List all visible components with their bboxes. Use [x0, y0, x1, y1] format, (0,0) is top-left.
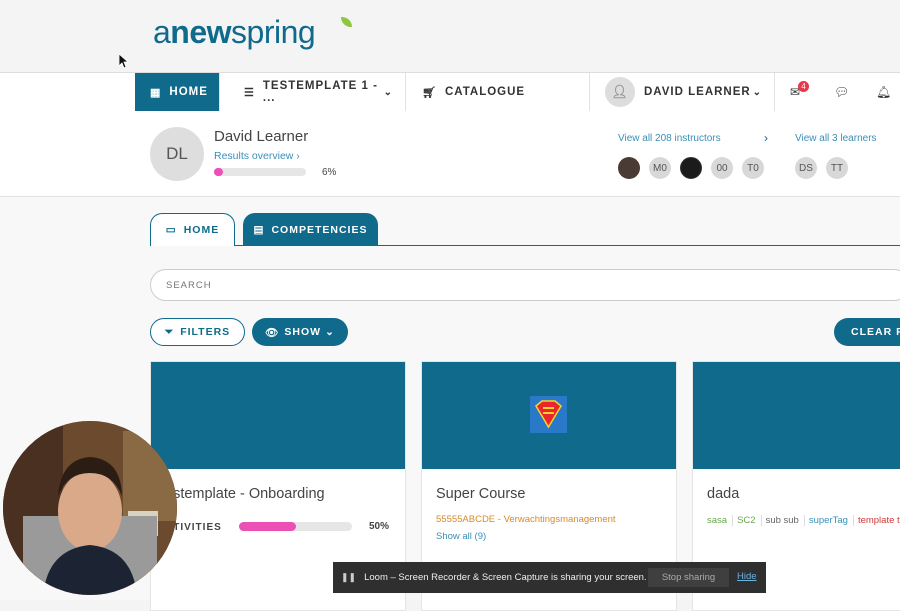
instructor-avatar-photo[interactable] — [618, 157, 640, 179]
instructor-avatar-photo[interactable] — [680, 157, 702, 179]
instructor-avatar[interactable]: 00 — [711, 157, 733, 179]
card-subtitle: 55555ABCDE - Verwachtingsmanagement — [436, 514, 616, 525]
card-title: estemplate - Onboarding — [165, 486, 325, 502]
clear-filters-button[interactable]: CLEAR FI — [834, 318, 900, 346]
chevron-right-icon[interactable]: › — [764, 131, 768, 145]
stop-sharing-button[interactable]: Stop sharing — [648, 568, 729, 587]
chevron-down-icon: ⌄ — [752, 86, 762, 98]
bell-icon[interactable]: 🔔︎ — [876, 85, 891, 99]
mouse-cursor-icon — [119, 54, 129, 68]
card-banner — [422, 362, 676, 469]
nav-template-dropdown[interactable]: ☰ TESTEMPLATE 1 - ... ⌄ — [220, 73, 406, 111]
chevron-down-icon: ⌄ — [325, 326, 335, 338]
instructor-avatar[interactable]: M0 — [649, 157, 671, 179]
nav-user-menu[interactable]: 👤︎ DAVID LEARNER ⌄ — [590, 73, 775, 111]
id-card-icon: ▤ — [253, 223, 265, 236]
webcam-presenter-image — [3, 421, 177, 595]
user-name: David Learner — [214, 128, 309, 145]
tag[interactable]: sub sub — [766, 515, 805, 526]
chat-icon[interactable]: 💬︎ — [834, 85, 849, 99]
chevron-down-icon: ⌄ — [383, 86, 393, 98]
hide-link[interactable]: Hide — [737, 571, 757, 582]
tab-competencies[interactable]: ▤ COMPETENCIES — [243, 213, 378, 246]
search-input[interactable] — [150, 269, 900, 301]
overall-progress-bar — [214, 168, 306, 176]
show-all-link[interactable]: Show all (9) — [436, 531, 486, 542]
messages-badge: 4 — [798, 81, 809, 92]
show-dropdown-button[interactable]: 👁︎ SHOW ⌄ — [252, 318, 348, 346]
view-instructors-link[interactable]: View all 208 instructors — [618, 133, 721, 144]
tag-list: sasa SC2 sub sub superTag template ty — [707, 515, 900, 526]
pause-icon[interactable]: ❚❚ — [341, 572, 356, 583]
card-progress-fill — [239, 522, 296, 531]
view-learners-link[interactable]: View all 3 learners — [795, 133, 877, 144]
top-navbar: ▦ HOME ☰ TESTEMPLATE 1 - ... ⌄ 🛒︎ CATALO… — [0, 72, 900, 112]
chevron-right-icon: › — [296, 150, 300, 162]
grid-icon: ▦ — [150, 86, 162, 99]
tag[interactable]: superTag — [809, 515, 854, 526]
tab-underline — [235, 245, 900, 246]
loom-sharing-bar: ❚❚ Loom – Screen Recorder & Screen Captu… — [333, 562, 766, 593]
overall-progress-fill — [214, 168, 224, 176]
anewspring-logo[interactable]: anewspring — [153, 14, 352, 51]
card-banner — [693, 362, 900, 469]
tag[interactable]: sasa — [707, 515, 734, 526]
webcam-bubble[interactable] — [3, 421, 177, 595]
list-icon: ☰ — [244, 86, 255, 99]
window-icon: ▭ — [165, 224, 177, 236]
card-progress-bar — [239, 522, 352, 531]
instructor-avatar[interactable]: T0 — [742, 157, 764, 179]
card-title: Super Course — [436, 486, 526, 502]
overall-progress-label: 6% — [322, 167, 337, 178]
nav-home-button[interactable]: ▦ HOME — [135, 73, 220, 111]
user-avatar-icon: 👤︎ — [605, 77, 635, 107]
tab-home[interactable]: ▭ HOME — [150, 213, 235, 246]
eye-icon: 👁︎ — [265, 326, 280, 339]
filter-icon: ⏷ — [164, 325, 175, 338]
profile-header: DL David Learner Results overview › 6% V… — [0, 111, 900, 197]
loom-message: Loom – Screen Recorder & Screen Capture … — [364, 572, 647, 583]
logo-leaf-icon — [341, 17, 352, 27]
filters-button[interactable]: ⏷ FILTERS — [150, 318, 245, 346]
learner-avatar[interactable]: DS — [795, 157, 817, 179]
card-banner — [151, 362, 405, 469]
cart-icon: 🛒︎ — [422, 86, 437, 99]
results-overview-link[interactable]: Results overview › — [214, 150, 300, 162]
tag[interactable]: SC2 — [737, 515, 762, 526]
card-title: dada — [707, 486, 740, 502]
superman-logo-icon — [530, 396, 567, 433]
tag[interactable]: template ty — [858, 515, 900, 526]
nav-catalogue-button[interactable]: 🛒︎ CATALOGUE — [406, 73, 590, 111]
card-progress-label: 50% — [369, 521, 390, 532]
user-avatar[interactable]: DL — [150, 127, 204, 181]
learner-avatar[interactable]: TT — [826, 157, 848, 179]
